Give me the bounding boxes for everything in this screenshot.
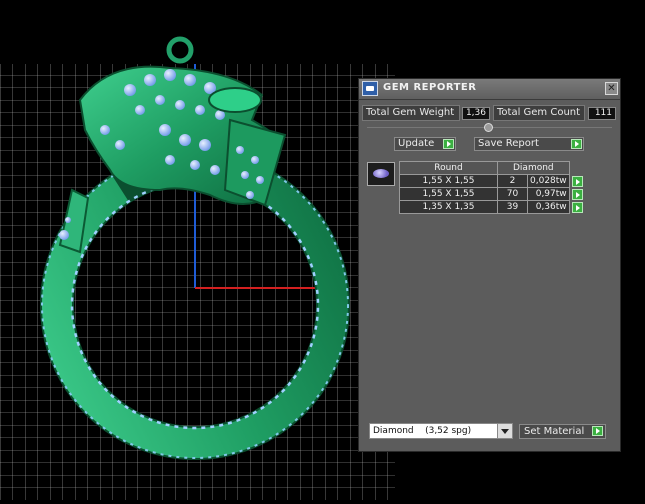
- report-empty-area: [367, 219, 612, 414]
- gem-weight-cell: 0,36tw: [527, 200, 570, 214]
- gem-weight-cell: 0,97tw: [527, 187, 570, 201]
- total-gem-weight-value: 1,36: [462, 107, 490, 120]
- gem-qty-cell: 39: [497, 200, 528, 214]
- green-arrow-icon: [571, 139, 582, 149]
- gem-qty-cell: 2: [497, 174, 528, 188]
- collapse-handle[interactable]: [484, 123, 493, 132]
- gem-weight-cell: 0,028tw: [527, 174, 570, 188]
- green-arrow-icon: [592, 426, 603, 436]
- total-gem-count-value: 111: [588, 107, 616, 120]
- material-select[interactable]: Diamond (3,52 spg): [369, 423, 513, 439]
- table-row[interactable]: 1,55 X 1,55 2 0,028tw: [399, 174, 584, 188]
- green-arrow-icon[interactable]: [571, 201, 583, 213]
- table-row[interactable]: 1,35 X 1,35 39 0,36tw: [399, 200, 584, 214]
- panel-titlebar[interactable]: GEM REPORTER ✕: [359, 79, 620, 100]
- table-row[interactable]: 1,55 X 1,55 70 0,97tw: [399, 187, 584, 201]
- total-gem-weight-label: Total Gem Weight: [362, 105, 460, 121]
- gem-reporter-icon: [362, 81, 378, 96]
- update-button[interactable]: Update: [394, 137, 456, 151]
- total-gem-count-label: Total Gem Count: [493, 105, 585, 121]
- green-arrow-icon: [443, 139, 454, 149]
- gem-size-cell: 1,55 X 1,55: [399, 187, 498, 201]
- gem-thumbnail-icon[interactable]: [367, 162, 395, 186]
- gem-qty-cell: 70: [497, 187, 528, 201]
- gem-reporter-panel: GEM REPORTER ✕ Total Gem Weight 1,36 Tot…: [358, 78, 621, 452]
- green-arrow-icon[interactable]: [571, 188, 583, 200]
- table-header-row: Round Diamond: [399, 161, 584, 175]
- panel-title: GEM REPORTER: [383, 82, 477, 93]
- chevron-down-icon[interactable]: [497, 424, 512, 438]
- save-report-button[interactable]: Save Report: [474, 137, 584, 151]
- gem-size-cell: 1,55 X 1,55: [399, 174, 498, 188]
- column-header-material: Diamond: [497, 161, 570, 175]
- green-arrow-icon[interactable]: [571, 175, 583, 187]
- column-header-shape: Round: [399, 161, 498, 175]
- gem-table: Round Diamond 1,55 X 1,55 2 0,028tw 1,55…: [399, 161, 584, 214]
- close-icon: ✕: [607, 83, 616, 94]
- set-material-button[interactable]: Set Material: [519, 424, 606, 439]
- gem-size-cell: 1,35 X 1,35: [399, 200, 498, 214]
- close-button[interactable]: ✕: [605, 82, 618, 95]
